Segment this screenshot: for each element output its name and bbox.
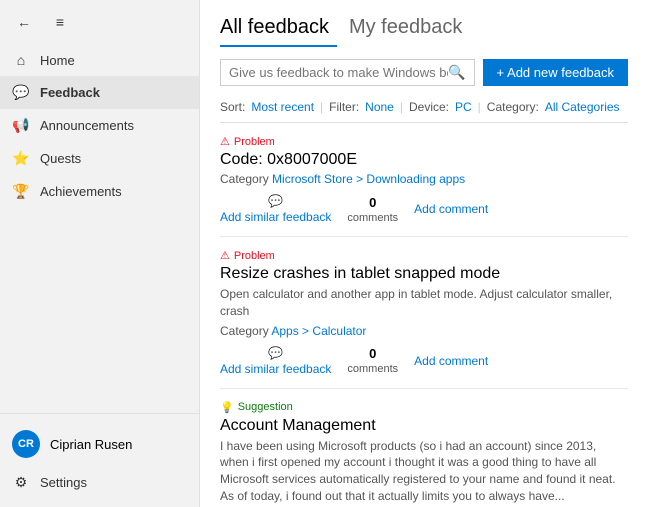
- category-prefix: Category: [220, 172, 269, 186]
- search-icon: 🔍: [448, 64, 465, 81]
- quests-icon: ⭐: [12, 150, 30, 167]
- sort-value[interactable]: Most recent: [251, 100, 314, 114]
- settings-icon: ⚙: [12, 474, 30, 491]
- item-title: Resize crashes in tablet snapped mode: [220, 265, 628, 283]
- sidebar-item-announcements-label: Announcements: [40, 118, 134, 133]
- main-header: All feedback My feedback 🔍 + Add new fee…: [200, 0, 648, 123]
- feedback-item-2: ⚠ Problem Resize crashes in tablet snapp…: [220, 237, 628, 389]
- avatar: CR: [12, 430, 40, 458]
- filter-label: Filter:: [329, 100, 359, 114]
- achievements-icon: 🏆: [12, 183, 30, 200]
- announcements-icon: 📢: [12, 117, 30, 134]
- sort-label: Sort:: [220, 100, 245, 114]
- user-profile[interactable]: CR Ciprian Rusen: [0, 422, 199, 466]
- item-category: Category Microsoft Store > Downloading a…: [220, 172, 628, 186]
- sidebar-item-announcements[interactable]: 📢 Announcements: [0, 109, 199, 142]
- search-box: 🔍: [220, 59, 475, 86]
- back-button[interactable]: ←: [10, 8, 38, 36]
- item-title: Code: 0x8007000E: [220, 151, 628, 169]
- add-similar-button[interactable]: 💬 Add similar feedback: [220, 346, 331, 376]
- sidebar-item-feedback-label: Feedback: [40, 85, 100, 100]
- sidebar-item-achievements[interactable]: 🏆 Achievements: [0, 175, 199, 208]
- item-category: Category Apps > Calculator: [220, 324, 628, 338]
- sidebar-item-settings-label: Settings: [40, 475, 87, 490]
- category-label: Category:: [487, 100, 539, 114]
- thumbs-icon: 💬: [268, 194, 283, 208]
- suggestion-icon: 💡: [220, 401, 234, 414]
- item-type-problem: ⚠ Problem: [220, 135, 628, 148]
- sidebar-item-achievements-label: Achievements: [40, 184, 122, 199]
- comments-group: 0 comments: [347, 195, 398, 224]
- search-row: 🔍 + Add new feedback: [220, 59, 628, 86]
- feedback-icon: 💬: [12, 84, 30, 101]
- problem-icon: ⚠: [220, 135, 230, 148]
- item-actions: 💬 Add similar feedback 0 comments Add co…: [220, 194, 628, 224]
- item-type-label: Problem: [234, 250, 275, 262]
- hamburger-button[interactable]: ≡: [46, 8, 74, 36]
- main-content: All feedback My feedback 🔍 + Add new fee…: [200, 0, 648, 507]
- sidebar-bottom: CR Ciprian Rusen ⚙ Settings: [0, 413, 199, 507]
- device-label: Device:: [409, 100, 449, 114]
- feedback-item-1: ⚠ Problem Code: 0x8007000E Category Micr…: [220, 123, 628, 237]
- sidebar-top: ← ≡: [0, 0, 199, 40]
- item-desc: I have been using Microsoft products (so…: [220, 438, 628, 505]
- category-link[interactable]: Apps > Calculator: [271, 324, 366, 338]
- feedback-feed: ⚠ Problem Code: 0x8007000E Category Micr…: [200, 123, 648, 507]
- item-desc: Open calculator and another app in table…: [220, 286, 628, 320]
- problem-icon: ⚠: [220, 249, 230, 262]
- sidebar-item-home[interactable]: ⌂ Home: [0, 44, 199, 76]
- home-icon: ⌂: [12, 52, 30, 68]
- sidebar-item-quests-label: Quests: [40, 151, 81, 166]
- item-title: Account Management: [220, 417, 628, 435]
- add-similar-button[interactable]: 💬 Add similar feedback: [220, 194, 331, 224]
- tab-all-feedback[interactable]: All feedback: [220, 16, 337, 47]
- category-prefix: Category: [220, 324, 269, 338]
- tab-my-feedback[interactable]: My feedback: [349, 16, 470, 45]
- item-type-suggestion: 💡 Suggestion: [220, 401, 628, 414]
- sidebar-item-feedback[interactable]: 💬 Feedback: [0, 76, 199, 109]
- item-type-label: Problem: [234, 136, 275, 148]
- add-comment-link[interactable]: Add comment: [414, 202, 488, 216]
- search-input[interactable]: [229, 65, 448, 80]
- sidebar-item-quests[interactable]: ⭐ Quests: [0, 142, 199, 175]
- add-comment-link[interactable]: Add comment: [414, 354, 488, 368]
- item-actions: 💬 Add similar feedback 0 comments Add co…: [220, 346, 628, 376]
- user-name: Ciprian Rusen: [50, 437, 132, 452]
- feedback-item-3: 💡 Suggestion Account Management I have b…: [220, 389, 628, 507]
- chat-icon: 💬: [268, 346, 283, 360]
- device-value[interactable]: PC: [455, 100, 472, 114]
- item-type-problem: ⚠ Problem: [220, 249, 628, 262]
- sidebar-item-home-label: Home: [40, 53, 75, 68]
- filter-row: Sort: Most recent | Filter: None | Devic…: [220, 94, 628, 123]
- sidebar-item-settings[interactable]: ⚙ Settings: [0, 466, 199, 499]
- tabs: All feedback My feedback: [220, 16, 628, 47]
- comments-group: 0 comments: [347, 346, 398, 375]
- category-value[interactable]: All Categories: [545, 100, 620, 114]
- sidebar: ← ≡ ⌂ Home 💬 Feedback 📢 Announcements ⭐ …: [0, 0, 200, 507]
- category-link[interactable]: Microsoft Store > Downloading apps: [272, 172, 465, 186]
- sidebar-nav: ⌂ Home 💬 Feedback 📢 Announcements ⭐ Ques…: [0, 40, 199, 413]
- filter-value[interactable]: None: [365, 100, 394, 114]
- add-feedback-button[interactable]: + Add new feedback: [483, 59, 628, 86]
- item-type-label: Suggestion: [238, 401, 293, 413]
